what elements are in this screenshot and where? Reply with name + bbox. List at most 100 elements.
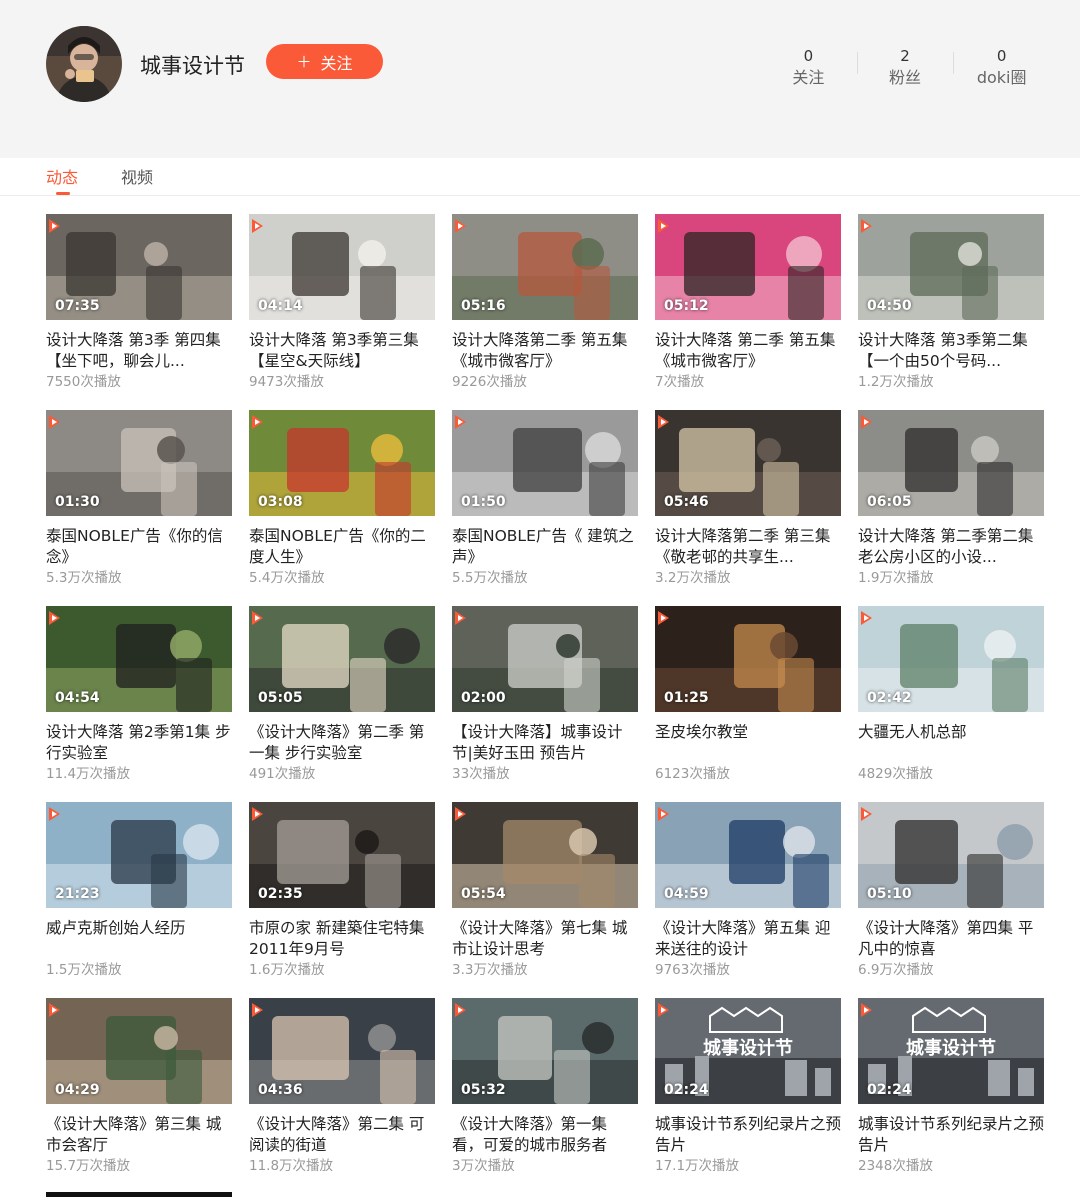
video-card[interactable]: 05:12 设计大降落 第二季 第五集《城市微客厅》 7次播放 (655, 214, 841, 390)
video-card[interactable]: 07:35 设计大降落 第3季 第四集【坐下吧，聊会儿... 7550次播放 (46, 214, 232, 390)
video-thumbnail[interactable]: 01:25 (655, 606, 841, 712)
video-card[interactable]: 04:14 设计大降落 第3季第三集【星空&天际线】 9473次播放 (249, 214, 435, 390)
video-thumbnail[interactable]: 07:35 (46, 214, 232, 320)
video-title[interactable]: 设计大降落 第3季第三集【星空&天际线】 (249, 330, 435, 372)
video-card[interactable]: 04:54 设计大降落 第2季第1集 步行实验室 11.4万次播放 (46, 606, 232, 782)
video-thumbnail[interactable]: 04:36 (249, 998, 435, 1104)
video-thumbnail[interactable]: 06:05 (858, 410, 1044, 516)
video-thumbnail[interactable]: 21:23 (46, 802, 232, 908)
video-card[interactable]: 02:35 市原の家 新建築住宅特集2011年9月号 1.6万次播放 (249, 802, 435, 978)
video-card[interactable]: 04:59 《设计大降落》第五集 迎来送往的设计 9763次播放 (655, 802, 841, 978)
video-thumbnail[interactable]: 城事设计节 02:24 (858, 998, 1044, 1104)
tab-bar: 动态 视频 (0, 158, 1080, 196)
video-thumbnail[interactable]: 02:35 (249, 802, 435, 908)
video-card[interactable]: 05:54 《设计大降落》第七集 城市让设计思考 3.3万次播放 (452, 802, 638, 978)
video-card[interactable]: 05:32 《设计大降落》第一集 看，可爱的城市服务者 3万次播放 (452, 998, 638, 1174)
video-title[interactable]: 《设计大降落》第五集 迎来送往的设计 (655, 918, 841, 960)
video-thumbnail[interactable]: 01:30 (46, 410, 232, 516)
video-thumbnail[interactable]: 02:42 (858, 606, 1044, 712)
stat-fans[interactable]: 2 粉丝 (856, 46, 954, 90)
video-thumbnail[interactable]: 04:54 (46, 606, 232, 712)
video-thumbnail[interactable]: 01:50 (452, 410, 638, 516)
video-card[interactable]: 01:25 圣皮埃尔教堂 6123次播放 (655, 606, 841, 782)
stat-fans-count: 2 (900, 47, 910, 65)
video-duration: 01:30 (55, 494, 100, 510)
video-card[interactable]: 05:10 《设计大降落》第四集 平凡中的惊喜 6.9万次播放 (858, 802, 1044, 978)
video-title[interactable]: 城事设计节系列纪录片之预告片 (858, 1114, 1044, 1156)
video-title[interactable]: 大疆无人机总部 (858, 722, 1044, 764)
stat-following[interactable]: 0 关注 (760, 46, 857, 90)
video-card[interactable]: 05:16 设计大降落第二季 第五集《城市微客厅》 9226次播放 (452, 214, 638, 390)
follow-button[interactable]: ＋ 关注 (266, 44, 383, 79)
video-title[interactable]: 城事设计节系列纪录片之预告片 (655, 1114, 841, 1156)
video-title[interactable]: 设计大降落 第3季第二集【一个由50个号码... (858, 330, 1044, 372)
video-brand-icon (49, 807, 60, 821)
video-thumbnail[interactable]: 05:32 (452, 998, 638, 1104)
video-title[interactable]: 设计大降落 第2季第1集 步行实验室 (46, 722, 232, 764)
video-card[interactable]: 05:46 设计大降落第二季 第三集 《敬老邨的共享生... 3.2万次播放 (655, 410, 841, 586)
video-thumbnail[interactable]: 04:50 (858, 214, 1044, 320)
video-title[interactable]: 市原の家 新建築住宅特集2011年9月号 (249, 918, 435, 960)
avatar[interactable] (46, 26, 122, 102)
video-brand-icon (861, 611, 872, 625)
video-card[interactable]: 城事设计节 02:24 城事设计节系列纪录片之预告片 2348次播放 (858, 998, 1044, 1174)
video-title[interactable]: 设计大降落 第3季 第四集【坐下吧，聊会儿... (46, 330, 232, 372)
video-play-count: 11.4万次播放 (46, 766, 131, 782)
follow-button-label: 关注 (320, 53, 353, 73)
video-play-count: 9226次播放 (452, 374, 527, 390)
stat-doki[interactable]: 0 doki圈 (953, 46, 1050, 90)
video-card[interactable]: 04:50 设计大降落 第3季第二集【一个由50个号码... 1.2万次播放 (858, 214, 1044, 390)
video-thumbnail[interactable]: 05:54 (452, 802, 638, 908)
active-tab-indicator (56, 192, 70, 195)
video-thumbnail[interactable]: 05:05 (249, 606, 435, 712)
tab-videos[interactable]: 视频 (121, 167, 153, 189)
video-card[interactable]: 05:05 《设计大降落》第二季 第一集 步行实验室 491次播放 (249, 606, 435, 782)
video-play-count: 1.5万次播放 (46, 962, 122, 978)
video-card[interactable]: 02:00 【设计大降落】城事设计节|美好玉田 预告片 33次播放 (452, 606, 638, 782)
video-thumbnail[interactable]: 04:29 (46, 998, 232, 1104)
video-thumbnail[interactable]: 05:10 (858, 802, 1044, 908)
video-thumbnail[interactable]: 04:14 (249, 214, 435, 320)
video-brand-icon (49, 1003, 60, 1017)
video-thumbnail[interactable]: 城事设计节 02:24 (655, 998, 841, 1104)
video-card[interactable]: 21:23 威卢克斯创始人经历 1.5万次播放 (46, 802, 232, 978)
video-title[interactable]: 泰国NOBLE广告《你的信念》 (46, 526, 232, 568)
video-card[interactable]: 01:50 泰国NOBLE广告《 建筑之声》 5.5万次播放 (452, 410, 638, 586)
video-brand-icon (658, 415, 669, 429)
video-title[interactable]: 圣皮埃尔教堂 (655, 722, 841, 764)
video-title[interactable]: 设计大降落 第二季第二集 老公房小区的小设... (858, 526, 1044, 568)
video-card[interactable]: 06:05 设计大降落 第二季第二集 老公房小区的小设... 1.9万次播放 (858, 410, 1044, 586)
video-title[interactable]: 《设计大降落》第一集 看，可爱的城市服务者 (452, 1114, 638, 1156)
video-card[interactable]: 03:08 泰国NOBLE广告《你的二度人生》 5.4万次播放 (249, 410, 435, 586)
video-thumbnail[interactable]: 05:16 (452, 214, 638, 320)
video-brand-icon (455, 415, 466, 429)
video-title[interactable]: 设计大降落第二季 第五集《城市微客厅》 (452, 330, 638, 372)
video-card[interactable]: 城事设计节 02:24 城事设计节系列纪录片之预告片 17.1万次播放 (655, 998, 841, 1174)
video-thumbnail[interactable]: 05:12 (655, 214, 841, 320)
video-brand-icon (49, 611, 60, 625)
video-card[interactable]: 01:30 泰国NOBLE广告《你的信念》 5.3万次播放 (46, 410, 232, 586)
video-title[interactable]: 《设计大降落》第三集 城市会客厅 (46, 1114, 232, 1156)
video-card[interactable]: 02:42 大疆无人机总部 4829次播放 (858, 606, 1044, 782)
video-title[interactable]: 设计大降落第二季 第三集 《敬老邨的共享生... (655, 526, 841, 568)
video-brand-icon (861, 415, 872, 429)
video-title[interactable]: 威卢克斯创始人经历 (46, 918, 232, 960)
video-thumbnail[interactable]: 02:00 (452, 606, 638, 712)
video-title[interactable]: 泰国NOBLE广告《你的二度人生》 (249, 526, 435, 568)
tab-feed[interactable]: 动态 (46, 167, 78, 189)
video-title[interactable]: 设计大降落 第二季 第五集《城市微客厅》 (655, 330, 841, 372)
video-play-count: 11.8万次播放 (249, 1158, 334, 1174)
video-title[interactable]: 《设计大降落》第四集 平凡中的惊喜 (858, 918, 1044, 960)
video-card[interactable]: 04:36 《设计大降落》第二集 可阅读的街道 11.8万次播放 (249, 998, 435, 1174)
video-title[interactable]: 《设计大降落》第二季 第一集 步行实验室 (249, 722, 435, 764)
video-duration: 02:35 (258, 886, 303, 902)
video-title[interactable]: 泰国NOBLE广告《 建筑之声》 (452, 526, 638, 568)
video-card[interactable]: 04:29 《设计大降落》第三集 城市会客厅 15.7万次播放 (46, 998, 232, 1174)
video-thumbnail[interactable]: 03:08 (249, 410, 435, 516)
video-thumbnail[interactable]: 04:59 (655, 802, 841, 908)
video-title[interactable]: 《设计大降落》第二集 可阅读的街道 (249, 1114, 435, 1156)
video-thumbnail[interactable]: 05:46 (655, 410, 841, 516)
video-play-count: 5.5万次播放 (452, 570, 528, 586)
video-title[interactable]: 《设计大降落》第七集 城市让设计思考 (452, 918, 638, 960)
video-title[interactable]: 【设计大降落】城事设计节|美好玉田 预告片 (452, 722, 638, 764)
